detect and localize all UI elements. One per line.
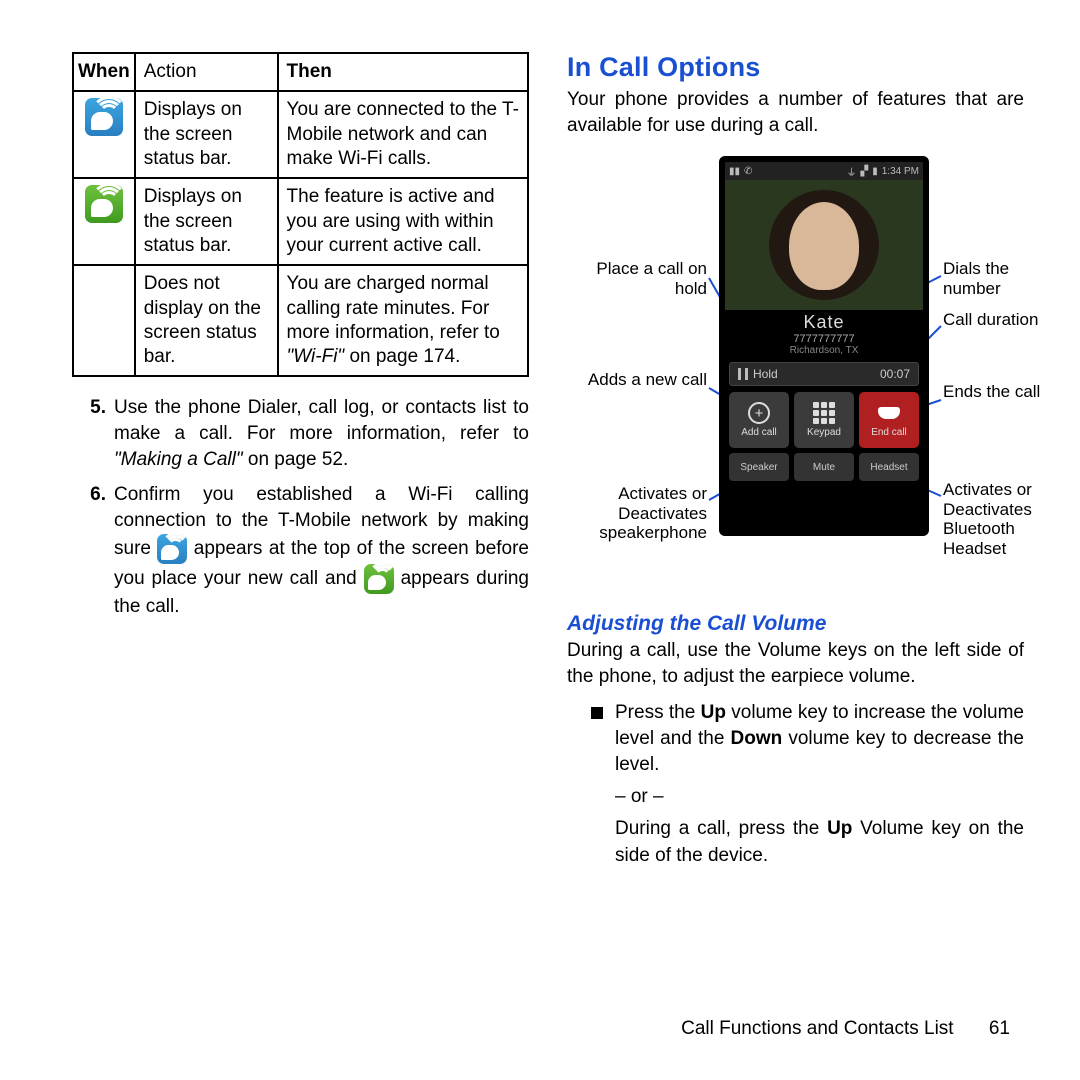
wifi-call-ready-icon (157, 534, 187, 564)
right-column: In Call Options Your phone provides a nu… (567, 52, 1024, 1040)
or-divider: – or – (615, 784, 1024, 810)
keypad-icon (813, 402, 835, 424)
volume-bullet: Press the Up volume key to increase the … (591, 700, 1024, 869)
callout-dial: Dials the number (943, 259, 1063, 298)
add-call-button[interactable]: +Add call (729, 392, 789, 448)
step-6-text: Confirm you established a Wi-Fi calling … (114, 482, 529, 619)
callout-headset: Activates or Deactivates Bluetooth Heads… (943, 480, 1073, 558)
callout-end: Ends the call (943, 382, 1063, 402)
bullet-icon (591, 707, 603, 719)
row2-then: The feature is active and you are using … (278, 178, 528, 265)
ordered-steps: 5. Use the phone Dialer, call log, or co… (72, 395, 529, 629)
pause-icon (738, 368, 748, 380)
footer-page-number: 61 (989, 1018, 1010, 1039)
th-action: Action (135, 53, 278, 91)
page-footer: Call Functions and Contacts List 61 (681, 1018, 1010, 1040)
step-5-text: Use the phone Dialer, call log, or conta… (114, 395, 529, 472)
wifi-call-active-icon (364, 564, 394, 594)
wifi-icon: ⏚ (847, 164, 857, 179)
callout-duration: Call duration (943, 310, 1063, 330)
in-call-diagram: Place a call on hold Adds a new call Act… (567, 156, 1024, 596)
footer-section: Call Functions and Contacts List (681, 1018, 953, 1039)
call-duration: 00:07 (880, 367, 910, 381)
phone-mock: ▮▮ ✆ ⏚ ▞▮ 1:34 PM Kate 7777777777 Richardso… (719, 156, 929, 536)
in-call-intro: Your phone provides a number of features… (567, 87, 1024, 138)
hold-row[interactable]: Hold 00:07 (729, 362, 919, 386)
th-then: Then (278, 53, 528, 91)
contact-photo (725, 180, 923, 310)
row1-action: Displays on the screen status bar. (135, 91, 278, 178)
row2-action: Displays on the screen status bar. (135, 178, 278, 265)
icon-cell-none (73, 265, 135, 376)
end-call-button[interactable]: End call (859, 392, 919, 448)
contact-number: 7777777777 (725, 333, 923, 345)
step-6-number: 6. (72, 482, 114, 619)
contact-name: Kate (725, 312, 923, 333)
hangup-icon (878, 407, 900, 419)
headset-button[interactable]: Headset (859, 453, 919, 481)
row3-then: You are charged normal calling rate minu… (278, 265, 528, 376)
signal-bars-icon: ▞ (861, 166, 869, 177)
row1-then: You are connected to the T-Mobile networ… (278, 91, 528, 178)
heading-adjust-volume: Adjusting the Call Volume (567, 612, 1024, 636)
clock: 1:34 PM (882, 166, 919, 177)
row3-action: Does not display on the screen status ba… (135, 265, 278, 376)
mute-button[interactable]: Mute (794, 453, 854, 481)
call-icon: ✆ (744, 166, 752, 177)
volume-intro: During a call, use the Volume keys on th… (567, 638, 1024, 689)
callout-add: Adds a new call (567, 370, 707, 390)
signal-icon: ▮▮ (729, 166, 740, 177)
heading-in-call-options: In Call Options (567, 52, 1024, 83)
speaker-button[interactable]: Speaker (729, 453, 789, 481)
phone-statusbar: ▮▮ ✆ ⏚ ▞▮ 1:34 PM (725, 162, 923, 180)
icon-cell-blue (73, 91, 135, 178)
callout-speaker: Activates or Deactivates speakerphone (567, 484, 707, 543)
contact-location: Richardson, TX (725, 345, 923, 356)
keypad-button[interactable]: Keypad (794, 392, 854, 448)
hold-label: Hold (753, 367, 778, 381)
plus-icon: + (748, 402, 770, 424)
th-when: When (73, 53, 135, 91)
callout-hold: Place a call on hold (567, 259, 707, 298)
wifi-call-ready-icon (85, 98, 123, 136)
icon-cell-green (73, 178, 135, 265)
battery-icon: ▮ (872, 166, 878, 177)
wifi-status-table: When Action Then Displays on the screen … (72, 52, 529, 377)
step-5-number: 5. (72, 395, 114, 472)
left-column: When Action Then Displays on the screen … (72, 52, 529, 1040)
wifi-call-active-icon (85, 185, 123, 223)
